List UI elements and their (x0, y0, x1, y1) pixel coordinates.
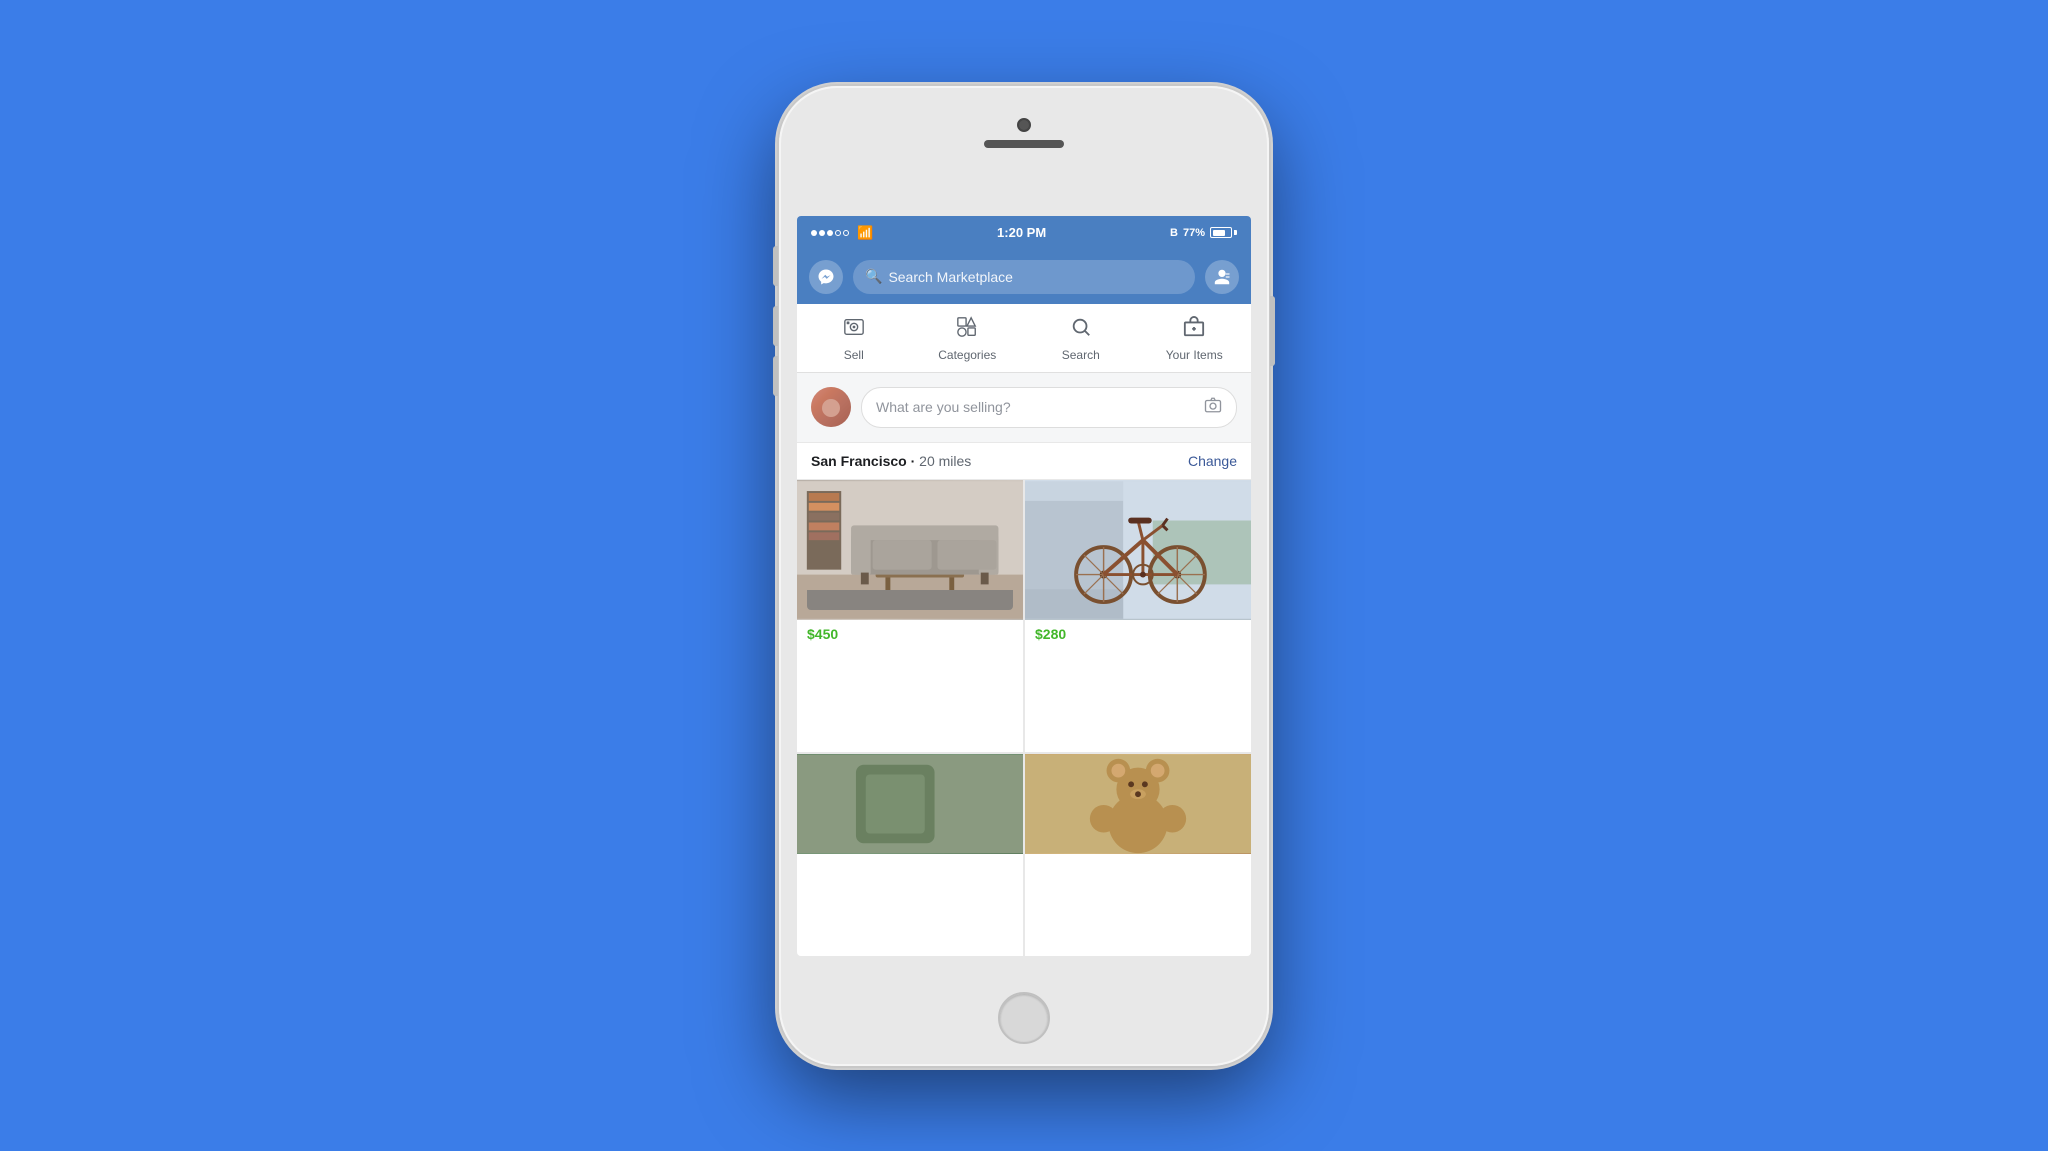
messenger-icon-button[interactable] (809, 260, 843, 294)
wifi-icon: 📶 (857, 225, 873, 241)
product-card-sofa[interactable]: $450 (797, 480, 1023, 752)
signal-dot-3 (827, 230, 833, 236)
signal-dot-5 (843, 230, 849, 236)
phone-speaker (984, 140, 1064, 148)
battery-tip (1234, 230, 1237, 235)
signal-dots (811, 230, 849, 236)
your-items-icon (1183, 316, 1205, 344)
product-card-bike[interactable]: $280 (1025, 480, 1251, 752)
tab-sell-label: Sell (844, 348, 864, 362)
location-city: San Francisco (811, 453, 907, 469)
location-distance: 20 miles (919, 453, 971, 469)
camera-icon (1204, 396, 1222, 419)
categories-icon (956, 316, 978, 344)
battery-percent: 77% (1183, 227, 1205, 239)
phone-camera (1017, 118, 1031, 132)
phone-top (984, 118, 1064, 148)
location-text: San Francisco · 20 miles (811, 453, 971, 469)
nav-tabs: Sell Categories (797, 304, 1251, 373)
tab-search[interactable]: Search (1024, 304, 1138, 372)
green-image (797, 754, 1023, 854)
product-card-green[interactable] (797, 754, 1023, 956)
battery-body (1210, 227, 1232, 238)
profile-filter-button[interactable] (1205, 260, 1239, 294)
tab-categories[interactable]: Categories (911, 304, 1025, 372)
header: 🔍 Search Marketplace (797, 250, 1251, 304)
search-tab-icon (1070, 316, 1092, 344)
status-left: 📶 (811, 225, 873, 241)
phone-screen: 📶 1:20 PM B 77% (797, 216, 1251, 956)
location-separator: · (911, 453, 920, 469)
sell-area: What are you selling? (797, 373, 1251, 443)
tab-your-items[interactable]: Your Items (1138, 304, 1252, 372)
tab-sell[interactable]: Sell (797, 304, 911, 372)
sell-placeholder: What are you selling? (876, 399, 1011, 415)
signal-dot-1 (811, 230, 817, 236)
battery-fill (1213, 230, 1226, 236)
phone-wrapper: 📶 1:20 PM B 77% (779, 86, 1269, 1066)
tab-categories-label: Categories (938, 348, 996, 362)
search-icon: 🔍 (865, 268, 882, 285)
signal-dot-4 (835, 230, 841, 236)
marketplace-search-bar[interactable]: 🔍 Search Marketplace (853, 260, 1195, 294)
bluetooth-icon: B (1170, 227, 1178, 239)
status-time: 1:20 PM (997, 225, 1046, 240)
status-right: B 77% (1170, 227, 1237, 239)
battery-icon (1210, 227, 1237, 238)
tab-your-items-label: Your Items (1166, 348, 1223, 362)
phone-body: 📶 1:20 PM B 77% (779, 86, 1269, 1066)
status-bar: 📶 1:20 PM B 77% (797, 216, 1251, 250)
screen-content: 📶 1:20 PM B 77% (797, 216, 1251, 956)
product-card-teddy[interactable] (1025, 754, 1251, 956)
bike-price: $280 (1025, 620, 1251, 650)
tab-search-label: Search (1062, 348, 1100, 362)
user-avatar (811, 387, 851, 427)
change-location-button[interactable]: Change (1188, 453, 1237, 469)
sell-input[interactable]: What are you selling? (861, 387, 1237, 428)
avatar-image (811, 387, 851, 427)
location-bar: San Francisco · 20 miles Change (797, 443, 1251, 480)
sofa-price: $450 (797, 620, 1023, 650)
sofa-image (797, 480, 1023, 620)
sell-icon (843, 316, 865, 344)
products-grid: $450 (797, 480, 1251, 956)
phone-home-button[interactable] (998, 992, 1050, 1044)
search-placeholder-text: Search Marketplace (888, 269, 1013, 285)
signal-dot-2 (819, 230, 825, 236)
teddy-image (1025, 754, 1251, 854)
bike-image (1025, 480, 1251, 620)
